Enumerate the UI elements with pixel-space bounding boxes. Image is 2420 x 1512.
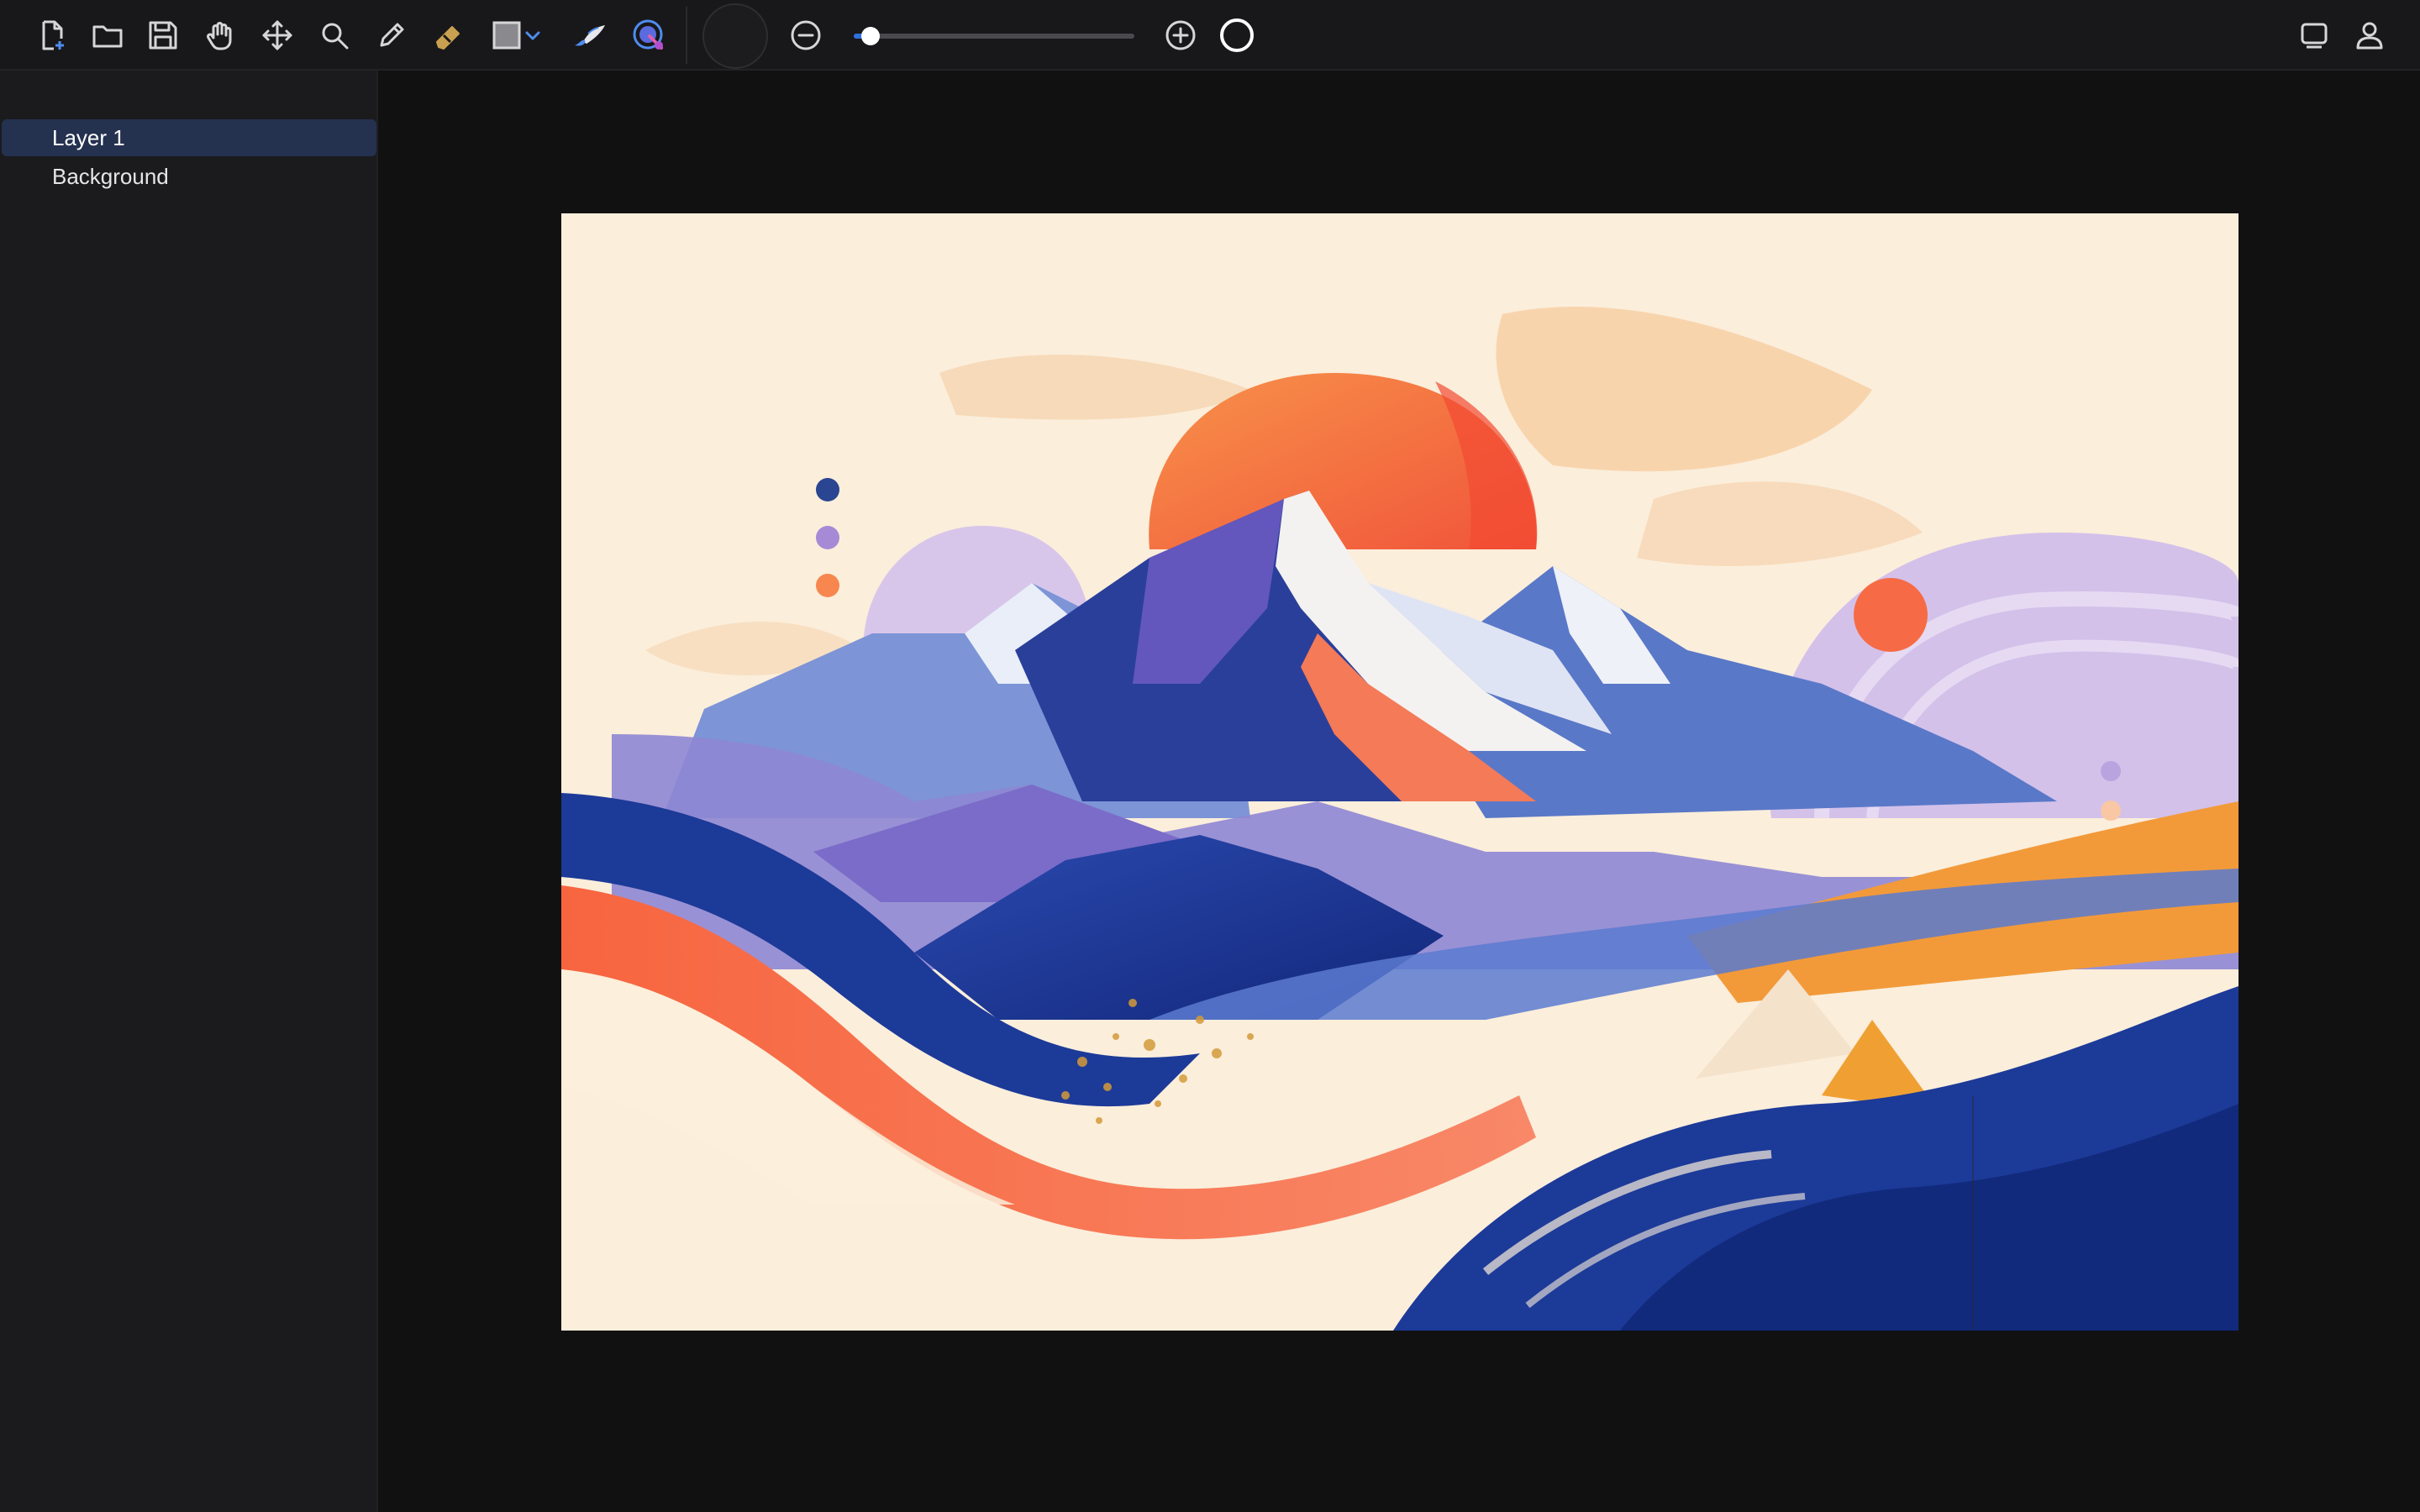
artboard[interactable]: [561, 213, 2238, 1331]
layers-panel: Layer 1 Background: [0, 71, 378, 1512]
save-icon: [149, 21, 177, 50]
hand-icon: [207, 22, 232, 50]
shape-icon: [492, 21, 521, 50]
minus-circle-icon: [791, 20, 821, 50]
plus-circle-icon: [1165, 20, 1196, 50]
open-button[interactable]: [87, 15, 128, 55]
user-icon: [2356, 22, 2383, 50]
display-icon: [2301, 23, 2328, 49]
artwork-image: [561, 213, 2238, 1331]
move-icon: [262, 20, 292, 50]
canvas-area[interactable]: [378, 71, 2420, 1512]
chevron-down-icon[interactable]: [523, 26, 542, 45]
user-button[interactable]: [2349, 15, 2390, 55]
zoom-tool[interactable]: [314, 15, 355, 55]
brush-preview[interactable]: [702, 3, 768, 69]
brush-icon: [575, 25, 605, 46]
hand-tool[interactable]: [200, 15, 240, 55]
slider-thumb[interactable]: [861, 27, 881, 45]
increase-brush-size-button[interactable]: [1160, 15, 1201, 55]
open-folder-icon: [92, 25, 123, 48]
layer-label: Background: [52, 164, 169, 189]
display-button[interactable]: [2294, 15, 2334, 55]
pencil-icon: [380, 23, 404, 47]
decrease-brush-size-button[interactable]: [786, 15, 826, 55]
new-file-button[interactable]: [32, 15, 72, 55]
layer-item-background[interactable]: Background: [2, 158, 376, 195]
toolbar: [0, 0, 2420, 71]
save-button[interactable]: [143, 15, 183, 55]
move-tool[interactable]: [257, 15, 297, 55]
toolbar-divider: [686, 7, 687, 64]
brush-size-indicator[interactable]: [1220, 18, 1254, 52]
eraser-tool[interactable]: [429, 15, 469, 55]
brush-size-slider[interactable]: [854, 27, 1134, 45]
paint-app: Layer 1 Background: [0, 0, 2420, 1512]
zoom-icon: [322, 23, 349, 50]
shape-tool[interactable]: [486, 15, 546, 55]
color-picker-icon: [633, 19, 663, 50]
layer-item-layer-1[interactable]: Layer 1: [2, 119, 376, 156]
layer-label: Layer 1: [52, 125, 125, 150]
pencil-tool[interactable]: [371, 15, 412, 55]
new-file-icon: [42, 20, 64, 50]
color-picker-tool[interactable]: [629, 15, 669, 55]
eraser-icon: [436, 26, 460, 50]
brush-tool[interactable]: [570, 15, 610, 55]
